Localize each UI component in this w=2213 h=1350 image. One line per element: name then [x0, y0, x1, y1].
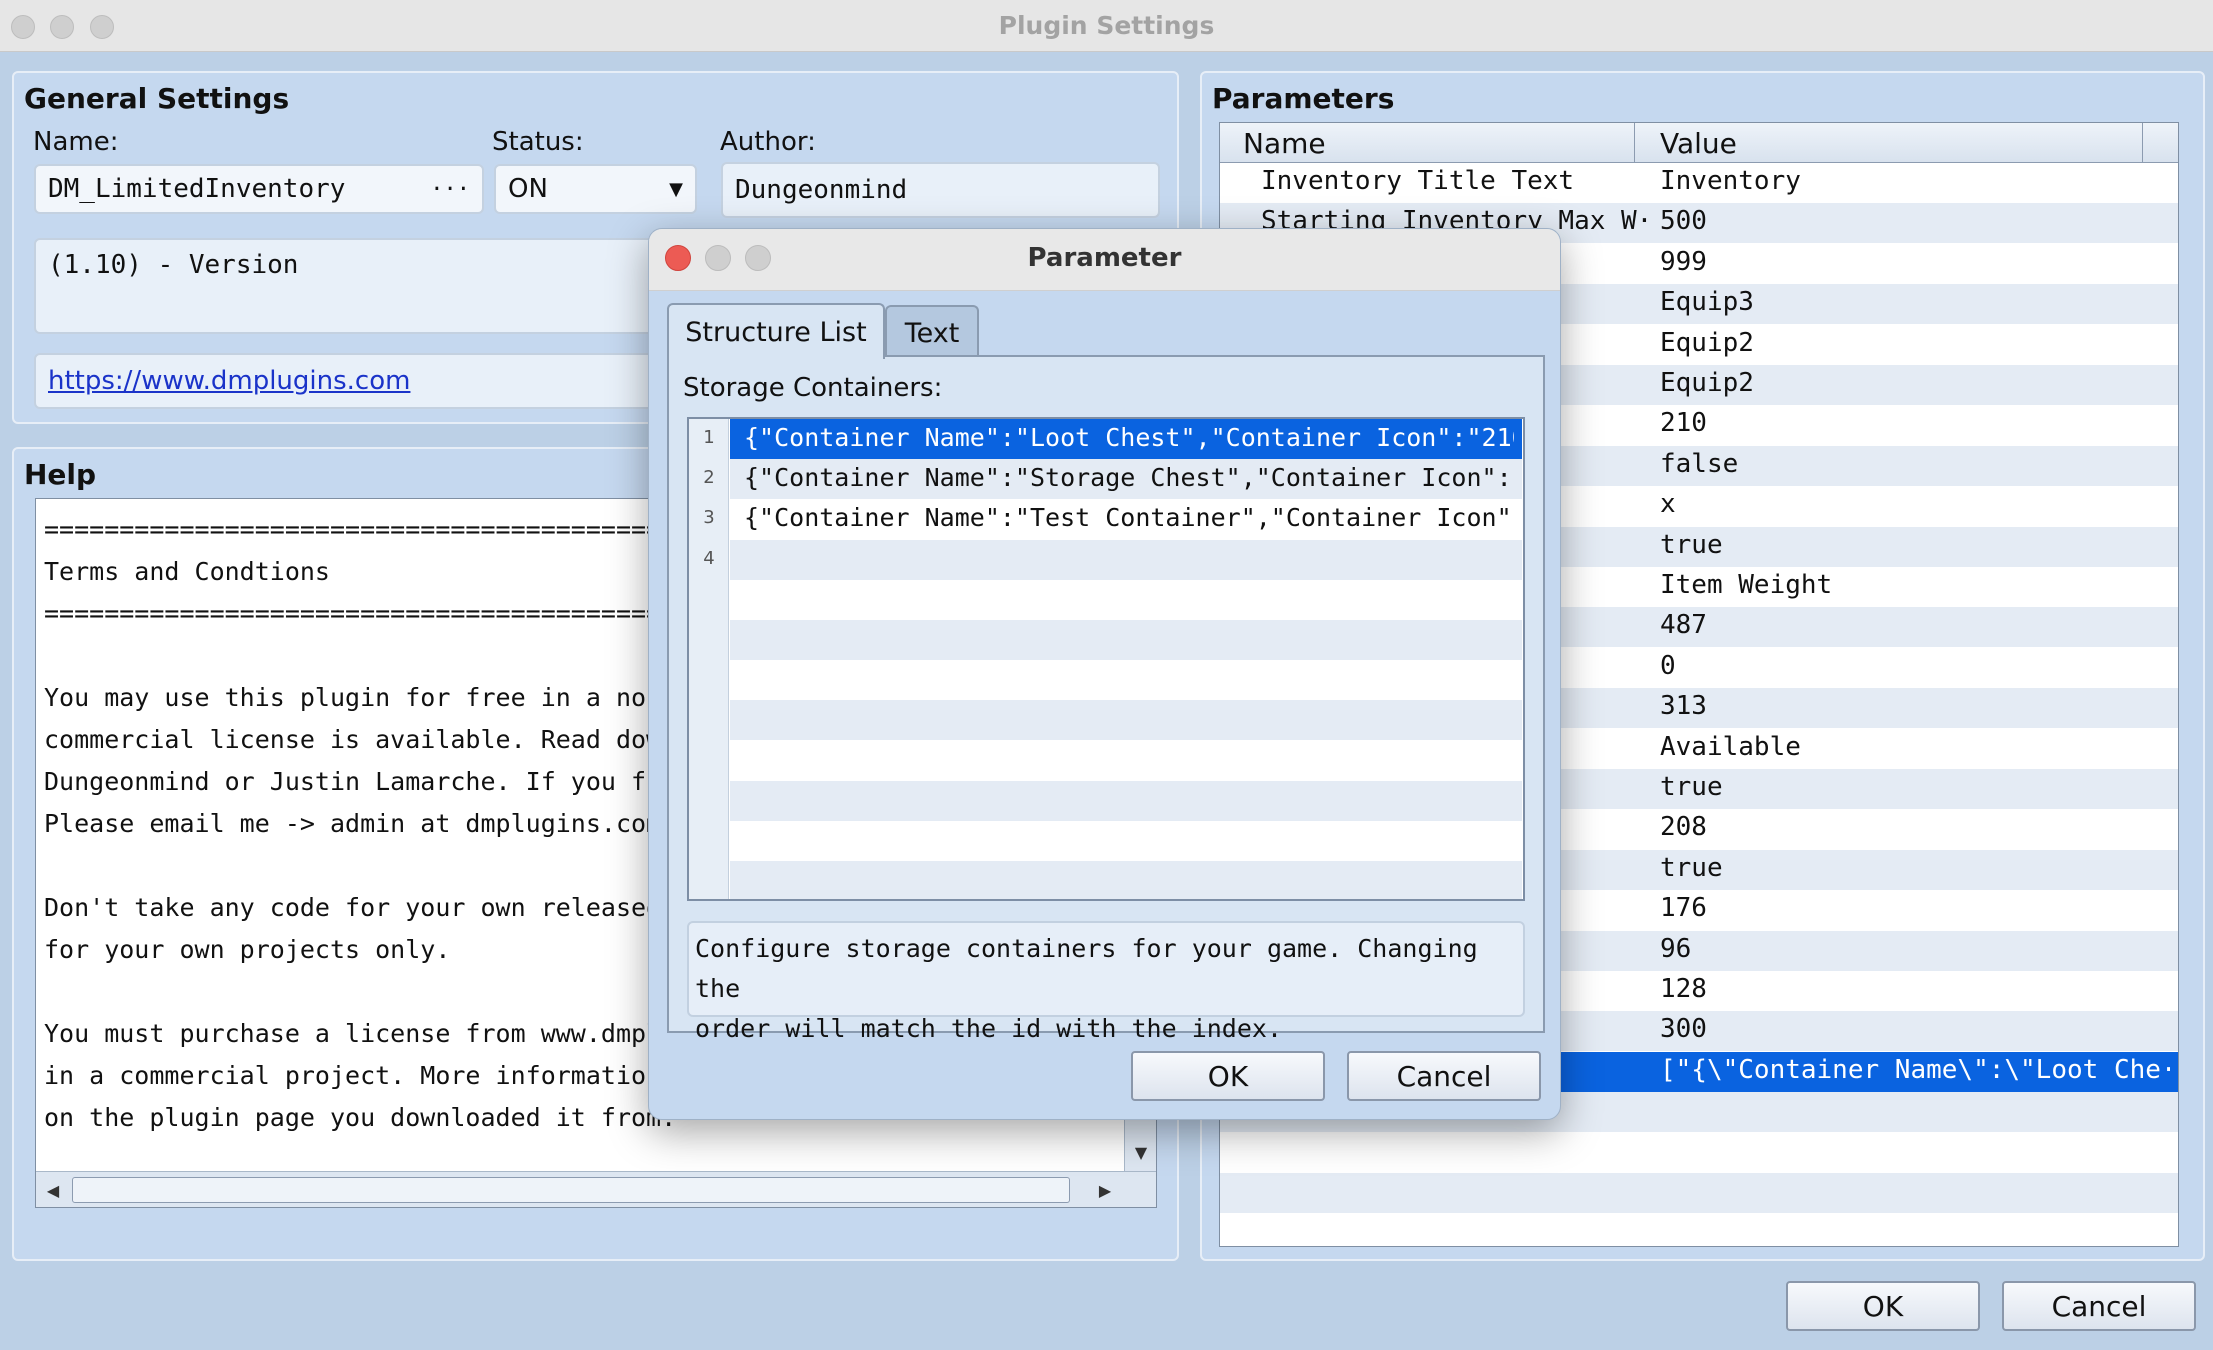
description-line: order will match the id with the index. — [695, 1014, 1282, 1043]
author-label: Author: — [720, 127, 816, 157]
description-line: Configure storage containers for your ga… — [695, 934, 1478, 1003]
name-value: DM_LimitedInventory — [48, 174, 346, 204]
help-horizontal-scrollbar[interactable]: ◀ ▶ — [36, 1171, 1156, 1207]
dialog-cancel-button[interactable]: Cancel — [1347, 1051, 1541, 1101]
parameter-value: x — [1660, 489, 1676, 520]
parameter-row[interactable]: Inventory Title Text Inventory — [1220, 163, 2178, 203]
parameter-value: true — [1660, 772, 1723, 802]
cancel-button[interactable]: Cancel — [2002, 1281, 2196, 1331]
container-list-item[interactable] — [730, 539, 1522, 580]
parameter-value: true — [1660, 529, 1723, 560]
container-list-item[interactable]: {"Container Name":"Test Container","Cont… — [730, 499, 1522, 540]
container-list-item[interactable] — [730, 579, 1522, 620]
parameter-value: 210 — [1660, 408, 1707, 439]
help-title: Help — [24, 458, 97, 491]
description-box: Configure storage containers for your ga… — [687, 921, 1525, 1043]
scroll-down-arrow-icon[interactable]: ▼ — [1126, 1137, 1156, 1167]
structure-list-panel: Storage Containers: 1 2 3 4 {"Container Nam… — [667, 355, 1545, 1043]
window-titlebar: Plugin Settings — [0, 0, 2213, 52]
column-separator — [1634, 123, 1635, 163]
line-number: 1 — [703, 427, 715, 448]
container-item-text: {"Container Name":"Storage Chest","Conta… — [744, 463, 1514, 493]
parameter-value: 300 — [1660, 1014, 1707, 1045]
name-column-header[interactable]: Name — [1243, 127, 1326, 160]
line-number-gutter: 1 2 3 4 — [689, 419, 729, 899]
line-number: 2 — [703, 467, 715, 489]
dialog-ok-button[interactable]: OK — [1131, 1051, 1325, 1101]
parameter-value: ["{\"Container Name\":\"Loot Che··· — [1660, 1054, 2170, 1085]
help-horizontal-scroll-thumb[interactable] — [72, 1177, 1070, 1203]
container-list-item[interactable] — [730, 620, 1522, 660]
column-separator — [2142, 123, 2143, 163]
parameter-value: 500 — [1660, 206, 1707, 237]
dialog-titlebar: Parameter — [649, 229, 1560, 291]
container-list-item[interactable]: {"Container Name":"Loot Chest","Containe… — [730, 419, 1522, 459]
parameter-value: 96 — [1660, 933, 1692, 964]
general-settings-title: General Settings — [24, 82, 290, 115]
ok-button[interactable]: OK — [1786, 1281, 1980, 1331]
storage-containers-label: Storage Containers: — [683, 373, 943, 403]
container-list-item[interactable] — [730, 740, 1522, 781]
parameter-value: 0 — [1660, 650, 1676, 681]
container-item-text: {"Container Name":"Loot Chest","Containe… — [744, 423, 1514, 452]
parameter-value: 176 — [1660, 893, 1707, 924]
parameter-value: Available — [1660, 731, 1801, 762]
parameter-value: Equip2 — [1660, 368, 1754, 398]
tab-text[interactable]: Text — [885, 305, 979, 359]
description-text: Configure storage containers for your ga… — [695, 929, 1523, 1049]
scroll-right-arrow-icon[interactable]: ▶ — [1090, 1175, 1120, 1205]
parameters-table-header: Name Value — [1220, 123, 2178, 163]
scroll-left-arrow-icon[interactable]: ◀ — [38, 1175, 68, 1205]
parameter-dialog: Parameter Structure List Text Storage Co… — [648, 228, 1561, 1120]
container-list-item[interactable]: {"Container Name":"Storage Chest","Conta… — [730, 459, 1522, 500]
parameter-value: Inventory — [1660, 166, 1801, 196]
status-value: ON — [508, 174, 548, 204]
author-value: Dungeonmind — [735, 175, 908, 205]
version-text: (1.10) - Version — [48, 250, 299, 280]
parameter-name: Inventory Title Text — [1261, 166, 1575, 196]
name-field[interactable]: DM_LimitedInventory ··· — [34, 164, 484, 214]
plugin-url-link[interactable]: https://www.dmplugins.com — [48, 366, 410, 396]
parameter-value: false — [1660, 448, 1739, 479]
parameter-value: Equip3 — [1660, 287, 1754, 318]
chevron-down-icon: ▼ — [669, 178, 683, 200]
container-list-item[interactable] — [730, 861, 1522, 899]
value-column-header[interactable]: Value — [1660, 127, 1737, 160]
container-list-item[interactable] — [730, 780, 1522, 821]
status-label: Status: — [492, 127, 584, 157]
tab-structure-list[interactable]: Structure List — [667, 303, 885, 359]
parameter-value: 999 — [1660, 246, 1707, 277]
container-list-item[interactable] — [730, 700, 1522, 741]
container-list-item[interactable] — [730, 821, 1522, 861]
parameter-value: Item Weight — [1660, 570, 1833, 600]
parameter-value: true — [1660, 852, 1723, 883]
parameter-value: 208 — [1660, 812, 1707, 843]
line-number: 4 — [703, 547, 715, 569]
parameters-title: Parameters — [1212, 82, 1395, 115]
parameter-value: Equip2 — [1660, 327, 1754, 358]
container-item-text: {"Container Name":"Test Container","Cont… — [744, 503, 1514, 533]
line-number: 3 — [703, 507, 715, 529]
name-label: Name: — [33, 127, 119, 157]
parameter-value: 313 — [1660, 691, 1707, 722]
storage-containers-list[interactable]: 1 2 3 4 {"Container Name":"Loot Chest","Con… — [687, 417, 1525, 901]
container-list-item[interactable] — [730, 660, 1522, 701]
parameter-value: 128 — [1660, 974, 1707, 1004]
status-select[interactable]: ON ▼ — [494, 164, 697, 214]
window-title: Plugin Settings — [998, 11, 1215, 40]
author-field[interactable]: Dungeonmind — [721, 162, 1160, 218]
parameter-row[interactable] — [1220, 1173, 2178, 1213]
browse-icon[interactable]: ··· — [430, 177, 470, 202]
dialog-title: Parameter — [1027, 243, 1182, 273]
parameter-value: 487 — [1660, 610, 1707, 641]
parameter-row[interactable] — [1220, 1132, 2178, 1173]
